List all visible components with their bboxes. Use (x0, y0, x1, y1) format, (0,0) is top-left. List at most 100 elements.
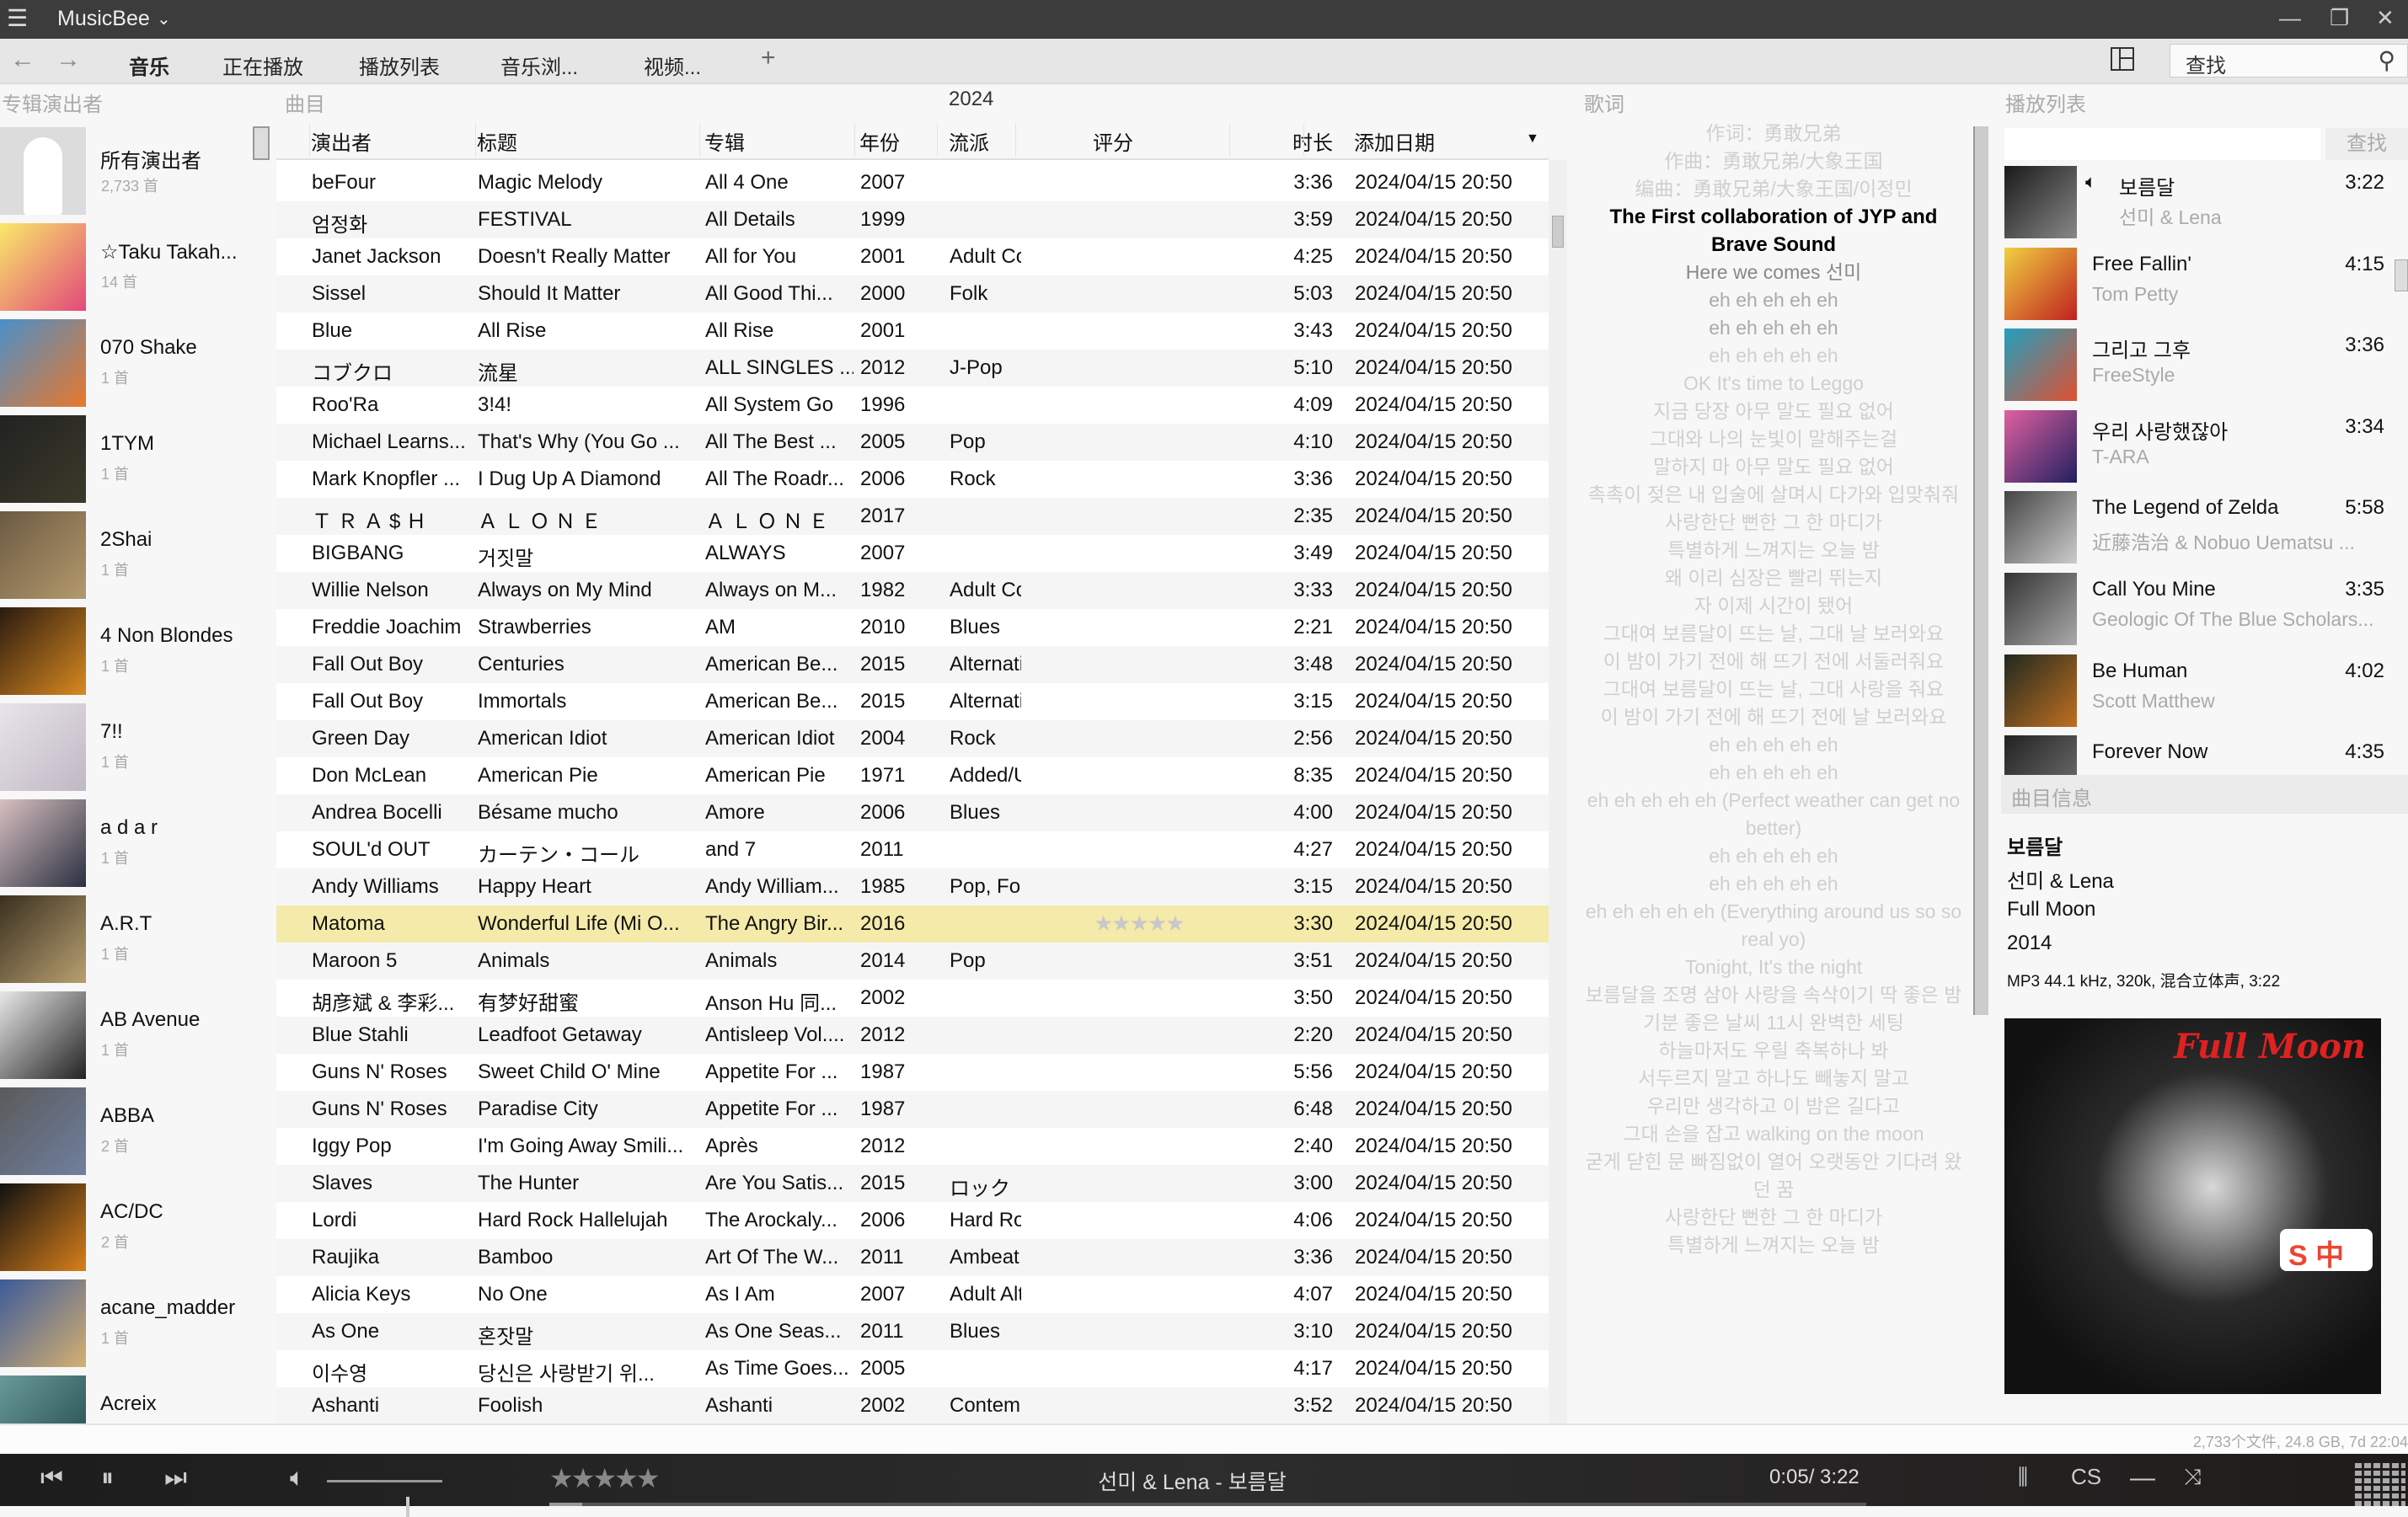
next-track-icon[interactable]: ⏭ (164, 1464, 187, 1493)
column-separator[interactable] (309, 123, 310, 157)
table-row[interactable]: Blue Stahli Leadfoot Getaway Antisleep Vol… (276, 1017, 1549, 1054)
column-separator[interactable] (475, 123, 476, 157)
table-row[interactable]: As One 혼잣말 As One Seas... 2011 Blues 3:10 2024… (276, 1313, 1549, 1350)
tab-music[interactable]: 音乐 (129, 51, 169, 80)
search-icon[interactable]: ⚲ (2378, 46, 2395, 74)
column-header-album[interactable]: 专辑 (704, 126, 745, 156)
table-row[interactable]: Fall Out Boy Centuries American Be... 2015 A… (276, 646, 1549, 683)
table-row[interactable]: Ashanti Foolish Ashanti 2002 Contempor... 3:5… (276, 1387, 1549, 1424)
volume-slider[interactable] (327, 1480, 442, 1517)
previous-track-icon[interactable]: ⏮ (40, 1464, 63, 1493)
table-row[interactable]: Sissel Should It Matter All Good Thi... 200… (276, 275, 1549, 312)
table-row[interactable]: Maroon 5 Animals Animals 2014 Pop 3:51 2024/04… (276, 943, 1549, 980)
pause-icon[interactable]: ⏸ (101, 1464, 114, 1493)
table-row[interactable]: Michael Learns... That's Why (You Go ... A… (276, 424, 1549, 461)
table-row[interactable]: Andrea Bocelli Bésame mucho Amore 2006 Blues… (276, 794, 1549, 831)
table-row[interactable]: Blue All Rise All Rise 2001 3:43 2024/04/15 2… (276, 312, 1549, 350)
equalizer-icon[interactable]: ⫼ (2018, 1464, 2028, 1491)
table-row[interactable]: Don McLean American Pie American Pie 1971 Ad… (276, 757, 1549, 794)
table-row[interactable]: Freddie Joachim Strawberries AM 2010 Blues 2:… (276, 609, 1549, 646)
table-row[interactable]: Matoma Wonderful Life (Mi O... The Angry B… (276, 905, 1549, 943)
sidebar-item-artist[interactable]: 070 Shake 1 首 (0, 319, 274, 415)
table-row[interactable]: Roo'Ra 3!4! All System Go 1996 4:09 2024/04/1… (276, 387, 1549, 424)
restore-icon[interactable]: ❐ (2330, 5, 2349, 31)
sidebar-item-artist[interactable]: AC/DC 2 首 (0, 1183, 274, 1279)
playlist-item[interactable]: 우리 사랑했잖아 T-ARA 3:34 (2001, 409, 2408, 491)
playlist-search-input[interactable] (2004, 128, 2320, 160)
sidebar-item-artist[interactable]: 7!! 1 首 (0, 703, 274, 799)
column-header-artist[interactable]: 演出者 (311, 126, 372, 156)
table-row[interactable]: Fall Out Boy Immortals American Be... 2015 A… (276, 683, 1549, 720)
close-icon[interactable]: ✕ (2376, 5, 2395, 31)
progress-bar[interactable] (549, 1503, 1866, 1506)
sidebar-item-artist[interactable]: Acreix (0, 1375, 274, 1424)
playlist-item[interactable]: Call You Mine Geologic Of The Blue Schola… (2001, 573, 2408, 654)
playlist-item[interactable]: Be Human Scott Matthew 4:02 (2001, 654, 2408, 735)
volume-icon[interactable]: 🔈︎ (290, 1464, 305, 1493)
playlist-scrollbar[interactable] (2395, 259, 2408, 291)
table-row[interactable]: BIGBANG 거짓말 ALWAYS 2007 3:49 2024/04/15 20:50 (276, 535, 1549, 572)
playlist-search-button[interactable]: 查找 (2325, 128, 2408, 160)
sidebar-item-artist[interactable]: 4 Non Blondes 1 首 (0, 607, 274, 703)
sidebar-item-artist[interactable]: ABBA 2 首 (0, 1087, 274, 1183)
sidebar-item-artist[interactable]: A.R.T 1 首 (0, 895, 274, 991)
tab-video[interactable]: 视频... (644, 51, 701, 80)
column-separator[interactable] (1229, 123, 1230, 157)
table-row[interactable]: SOUL'd OUT カーテン・コール and 7 2011 4:27 2024/04/1… (276, 831, 1549, 868)
column-separator[interactable] (1015, 123, 1016, 157)
column-header-genre[interactable]: 流派 (949, 126, 989, 156)
sidebar-item-artist[interactable]: 1TYM 1 首 (0, 415, 274, 511)
playlist-item[interactable]: 🔈︎ 보름달 선미 & Lena 3:22 (2001, 166, 2408, 247)
sidebar-item-artist[interactable]: 所有演出者 2,733 首 (0, 127, 274, 223)
table-row[interactable]: Andy Williams Happy Heart Andy William... 1… (276, 868, 1549, 905)
chevron-down-icon[interactable]: ⌄ (157, 8, 171, 29)
column-header-rating[interactable]: 评分 (1093, 126, 1133, 156)
sidebar-item-artist[interactable]: a d a r 1 首 (0, 799, 274, 895)
playlist-item[interactable]: 그리고 그후 FreeStyle 3:36 (2001, 329, 2408, 409)
column-header-title[interactable]: 标题 (477, 126, 517, 156)
layout-icon[interactable] (2111, 47, 2134, 71)
shuffle-icon[interactable]: ⤨ (2184, 1464, 2202, 1491)
table-row[interactable]: Raujika Bamboo Art Of The W... 2011 Ambeat 3:… (276, 1239, 1549, 1276)
table-row[interactable]: Lordi Hard Rock Hallelujah The Arockaly...… (276, 1202, 1549, 1239)
tab-playlists[interactable]: 播放列表 (359, 51, 440, 80)
table-row[interactable]: 이수영 당신은 사랑받기 위... As Time Goes... 2005 4:17 2… (276, 1350, 1549, 1387)
artist-list-scrollbar[interactable] (253, 126, 270, 160)
table-row[interactable]: Slaves The Hunter Are You Satis... 2015 ロック 3… (276, 1165, 1549, 1202)
hamburger-menu-icon[interactable]: ☰ (7, 7, 28, 30)
column-separator[interactable] (937, 123, 938, 157)
scrollbar-thumb[interactable] (1552, 216, 1564, 248)
sidebar-item-artist[interactable]: ☆Taku Takah... 14 首 (0, 223, 274, 319)
column-separator[interactable] (854, 123, 855, 157)
back-arrow-icon[interactable]: ← (10, 45, 35, 74)
add-tab-icon[interactable]: + (761, 44, 776, 72)
sort-descending-icon[interactable]: ▼ (1526, 131, 1539, 147)
app-name[interactable]: MusicBee (57, 7, 150, 31)
sidebar-item-artist[interactable]: acane_madder 1 首 (0, 1279, 274, 1375)
table-row[interactable]: beFour Magic Melody All 4 One 2007 3:36 2024/… (276, 164, 1549, 201)
table-row[interactable]: Willie Nelson Always on My Mind Always on … (276, 572, 1549, 609)
scrobble-icon[interactable]: CS (2071, 1464, 2101, 1490)
lyrics-scrollbar[interactable] (1973, 126, 1988, 1015)
table-row[interactable]: 胡彦斌 & 李彩... 有梦好甜蜜 Anson Hu 同... 2002 3:50 202… (276, 980, 1549, 1017)
column-separator[interactable] (699, 123, 700, 157)
visualizer-icon[interactable] (2355, 1461, 2405, 1506)
table-row[interactable]: Green Day American Idiot American Idiot 200… (276, 720, 1549, 757)
table-row[interactable]: Guns N' Roses Paradise City Appetite For .… (276, 1091, 1549, 1128)
playlist-item[interactable]: Free Fallin' Tom Petty 4:15 (2001, 247, 2408, 329)
year-filter[interactable]: 2024 (949, 88, 993, 111)
rating-stars[interactable]: ★★★★★ (549, 1462, 660, 1494)
tab-now-playing[interactable]: 正在播放 (222, 51, 303, 80)
table-row[interactable]: Iggy Pop I'm Going Away Smili... Après 2012… (276, 1128, 1549, 1165)
forward-arrow-icon[interactable]: → (56, 45, 81, 74)
playlist-item[interactable]: The Legend of Zelda 近藤浩治 & Nobuo Uematsu … (2001, 491, 2408, 572)
table-row[interactable]: コブクロ 流星 ALL SINGLES ... 2012 J-Pop 5:10 2024/0… (276, 350, 1549, 387)
column-header-year[interactable]: 年份 (859, 126, 900, 156)
table-row[interactable]: 엄정화 FESTIVAL All Details 1999 3:59 2024/04/15… (276, 201, 1549, 238)
column-separator[interactable] (1303, 123, 1304, 157)
repeat-icon[interactable]: — (2130, 1464, 2155, 1493)
minimize-icon[interactable]: — (2279, 5, 2301, 31)
table-row[interactable]: Mark Knopfler ... I Dug Up A Diamond All T… (276, 461, 1549, 498)
table-row[interactable]: Alicia Keys No One As I Am 2007 Adult Altern… (276, 1276, 1549, 1313)
track-table-scrollbar[interactable] (1549, 160, 1567, 1424)
